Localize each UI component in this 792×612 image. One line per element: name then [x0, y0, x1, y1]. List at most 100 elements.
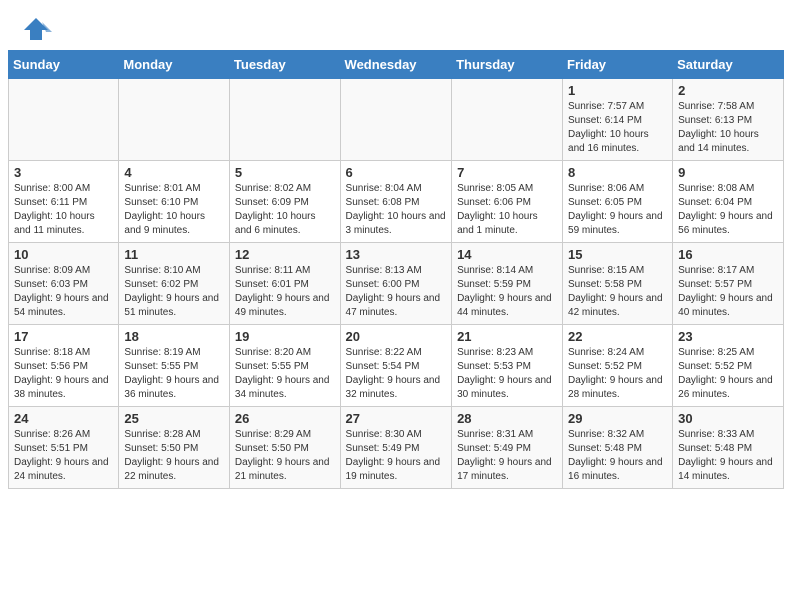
day-header-monday: Monday [119, 51, 230, 79]
calendar-header-row: SundayMondayTuesdayWednesdayThursdayFrid… [9, 51, 784, 79]
calendar-cell [119, 79, 230, 161]
calendar-cell: 19 Sunrise: 8:20 AM Sunset: 5:55 PM Dayli… [229, 325, 340, 407]
calendar-week-5: 24Sunrise: 8:26 AM Sunset: 5:51 PM Dayli… [9, 407, 784, 489]
calendar-cell: 5 Sunrise: 8:02 AM Sunset: 6:09 PM Daylig… [229, 161, 340, 243]
day-header-saturday: Saturday [673, 51, 784, 79]
day-number: 19 [235, 329, 335, 344]
day-info: Sunrise: 8:13 AM Sunset: 6:00 PM Dayligh… [346, 264, 447, 320]
calendar-cell: 23 Sunrise: 8:25 AM Sunset: 5:52 PM Dayli… [673, 325, 784, 407]
day-number: 22 [568, 329, 667, 344]
day-number: 28 [457, 411, 557, 426]
calendar-cell: 13Sunrise: 8:13 AM Sunset: 6:00 PM Dayli… [340, 243, 452, 325]
calendar-cell [340, 79, 452, 161]
day-number: 10 [14, 247, 113, 262]
day-number: 21 [457, 329, 557, 344]
day-number: 7 [457, 165, 557, 180]
logo-icon [20, 16, 52, 42]
calendar-cell: 20Sunrise: 8:22 AM Sunset: 5:54 PM Dayli… [340, 325, 452, 407]
calendar-table: SundayMondayTuesdayWednesdayThursdayFrid… [8, 50, 784, 489]
day-number: 4 [124, 165, 224, 180]
calendar-cell: 7 Sunrise: 8:05 AM Sunset: 6:06 PM Daylig… [452, 161, 563, 243]
calendar-cell: 4 Sunrise: 8:01 AM Sunset: 6:10 PM Daylig… [119, 161, 230, 243]
calendar-cell [452, 79, 563, 161]
day-info: Sunrise: 8:06 AM Sunset: 6:05 PM Dayligh… [568, 182, 667, 238]
calendar-cell: 22 Sunrise: 8:24 AM Sunset: 5:52 PM Dayli… [563, 325, 673, 407]
day-info: Sunrise: 8:24 AM Sunset: 5:52 PM Dayligh… [568, 346, 667, 402]
day-number: 24 [14, 411, 113, 426]
calendar-cell: 26Sunrise: 8:29 AM Sunset: 5:50 PM Dayli… [229, 407, 340, 489]
day-number: 8 [568, 165, 667, 180]
calendar-cell: 10 Sunrise: 8:09 AM Sunset: 6:03 PM Dayli… [9, 243, 119, 325]
logo [20, 16, 56, 42]
day-number: 15 [568, 247, 667, 262]
day-header-sunday: Sunday [9, 51, 119, 79]
day-header-wednesday: Wednesday [340, 51, 452, 79]
calendar-cell: 12 Sunrise: 8:11 AM Sunset: 6:01 PM Dayli… [229, 243, 340, 325]
day-info: Sunrise: 8:01 AM Sunset: 6:10 PM Dayligh… [124, 182, 224, 238]
day-number: 30 [678, 411, 778, 426]
calendar-cell: 1 Sunrise: 7:57 AM Sunset: 6:14 PM Daylig… [563, 79, 673, 161]
day-number: 12 [235, 247, 335, 262]
day-info: Sunrise: 8:23 AM Sunset: 5:53 PM Dayligh… [457, 346, 557, 402]
day-header-tuesday: Tuesday [229, 51, 340, 79]
day-info: Sunrise: 8:18 AM Sunset: 5:56 PM Dayligh… [14, 346, 113, 402]
calendar-cell: 25 Sunrise: 8:28 AM Sunset: 5:50 PM Dayli… [119, 407, 230, 489]
day-number: 3 [14, 165, 113, 180]
calendar-cell: 16 Sunrise: 8:17 AM Sunset: 5:57 PM Dayli… [673, 243, 784, 325]
calendar-week-2: 3 Sunrise: 8:00 AM Sunset: 6:11 PM Daylig… [9, 161, 784, 243]
calendar-cell: 9Sunrise: 8:08 AM Sunset: 6:04 PM Daylig… [673, 161, 784, 243]
calendar-cell: 21 Sunrise: 8:23 AM Sunset: 5:53 PM Dayli… [452, 325, 563, 407]
calendar-week-1: 1 Sunrise: 7:57 AM Sunset: 6:14 PM Daylig… [9, 79, 784, 161]
day-header-friday: Friday [563, 51, 673, 79]
calendar-cell: 17Sunrise: 8:18 AM Sunset: 5:56 PM Dayli… [9, 325, 119, 407]
calendar-cell: 2 Sunrise: 7:58 AM Sunset: 6:13 PM Daylig… [673, 79, 784, 161]
day-number: 11 [124, 247, 224, 262]
calendar-cell: 28 Sunrise: 8:31 AM Sunset: 5:49 PM Dayli… [452, 407, 563, 489]
calendar-cell [9, 79, 119, 161]
day-info: Sunrise: 8:00 AM Sunset: 6:11 PM Dayligh… [14, 182, 113, 238]
day-info: Sunrise: 8:04 AM Sunset: 6:08 PM Dayligh… [346, 182, 447, 238]
day-number: 1 [568, 83, 667, 98]
calendar-cell: 18 Sunrise: 8:19 AM Sunset: 5:55 PM Dayli… [119, 325, 230, 407]
day-number: 27 [346, 411, 447, 426]
day-info: Sunrise: 8:19 AM Sunset: 5:55 PM Dayligh… [124, 346, 224, 402]
day-info: Sunrise: 8:32 AM Sunset: 5:48 PM Dayligh… [568, 428, 667, 484]
day-header-thursday: Thursday [452, 51, 563, 79]
day-info: Sunrise: 7:58 AM Sunset: 6:13 PM Dayligh… [678, 100, 778, 156]
calendar-cell: 30Sunrise: 8:33 AM Sunset: 5:48 PM Dayli… [673, 407, 784, 489]
calendar-cell: 11 Sunrise: 8:10 AM Sunset: 6:02 PM Dayli… [119, 243, 230, 325]
day-info: Sunrise: 8:20 AM Sunset: 5:55 PM Dayligh… [235, 346, 335, 402]
calendar-week-3: 10 Sunrise: 8:09 AM Sunset: 6:03 PM Dayli… [9, 243, 784, 325]
day-info: Sunrise: 8:30 AM Sunset: 5:49 PM Dayligh… [346, 428, 447, 484]
day-info: Sunrise: 8:17 AM Sunset: 5:57 PM Dayligh… [678, 264, 778, 320]
calendar-cell: 6 Sunrise: 8:04 AM Sunset: 6:08 PM Daylig… [340, 161, 452, 243]
day-number: 29 [568, 411, 667, 426]
day-number: 2 [678, 83, 778, 98]
day-number: 23 [678, 329, 778, 344]
calendar-cell: 8 Sunrise: 8:06 AM Sunset: 6:05 PM Daylig… [563, 161, 673, 243]
calendar-cell: 24Sunrise: 8:26 AM Sunset: 5:51 PM Dayli… [9, 407, 119, 489]
day-info: Sunrise: 8:09 AM Sunset: 6:03 PM Dayligh… [14, 264, 113, 320]
page-header [0, 0, 792, 50]
day-number: 25 [124, 411, 224, 426]
day-info: Sunrise: 8:15 AM Sunset: 5:58 PM Dayligh… [568, 264, 667, 320]
day-info: Sunrise: 7:57 AM Sunset: 6:14 PM Dayligh… [568, 100, 667, 156]
day-number: 5 [235, 165, 335, 180]
day-info: Sunrise: 8:10 AM Sunset: 6:02 PM Dayligh… [124, 264, 224, 320]
day-info: Sunrise: 8:05 AM Sunset: 6:06 PM Dayligh… [457, 182, 557, 238]
day-info: Sunrise: 8:08 AM Sunset: 6:04 PM Dayligh… [678, 182, 778, 238]
day-info: Sunrise: 8:22 AM Sunset: 5:54 PM Dayligh… [346, 346, 447, 402]
day-number: 18 [124, 329, 224, 344]
calendar-cell: 29 Sunrise: 8:32 AM Sunset: 5:48 PM Dayli… [563, 407, 673, 489]
day-number: 16 [678, 247, 778, 262]
day-info: Sunrise: 8:25 AM Sunset: 5:52 PM Dayligh… [678, 346, 778, 402]
calendar-cell: 14Sunrise: 8:14 AM Sunset: 5:59 PM Dayli… [452, 243, 563, 325]
day-number: 6 [346, 165, 447, 180]
calendar-cell: 15 Sunrise: 8:15 AM Sunset: 5:58 PM Dayli… [563, 243, 673, 325]
calendar-week-4: 17Sunrise: 8:18 AM Sunset: 5:56 PM Dayli… [9, 325, 784, 407]
day-info: Sunrise: 8:31 AM Sunset: 5:49 PM Dayligh… [457, 428, 557, 484]
day-info: Sunrise: 8:02 AM Sunset: 6:09 PM Dayligh… [235, 182, 335, 238]
day-number: 26 [235, 411, 335, 426]
day-info: Sunrise: 8:11 AM Sunset: 6:01 PM Dayligh… [235, 264, 335, 320]
day-info: Sunrise: 8:28 AM Sunset: 5:50 PM Dayligh… [124, 428, 224, 484]
